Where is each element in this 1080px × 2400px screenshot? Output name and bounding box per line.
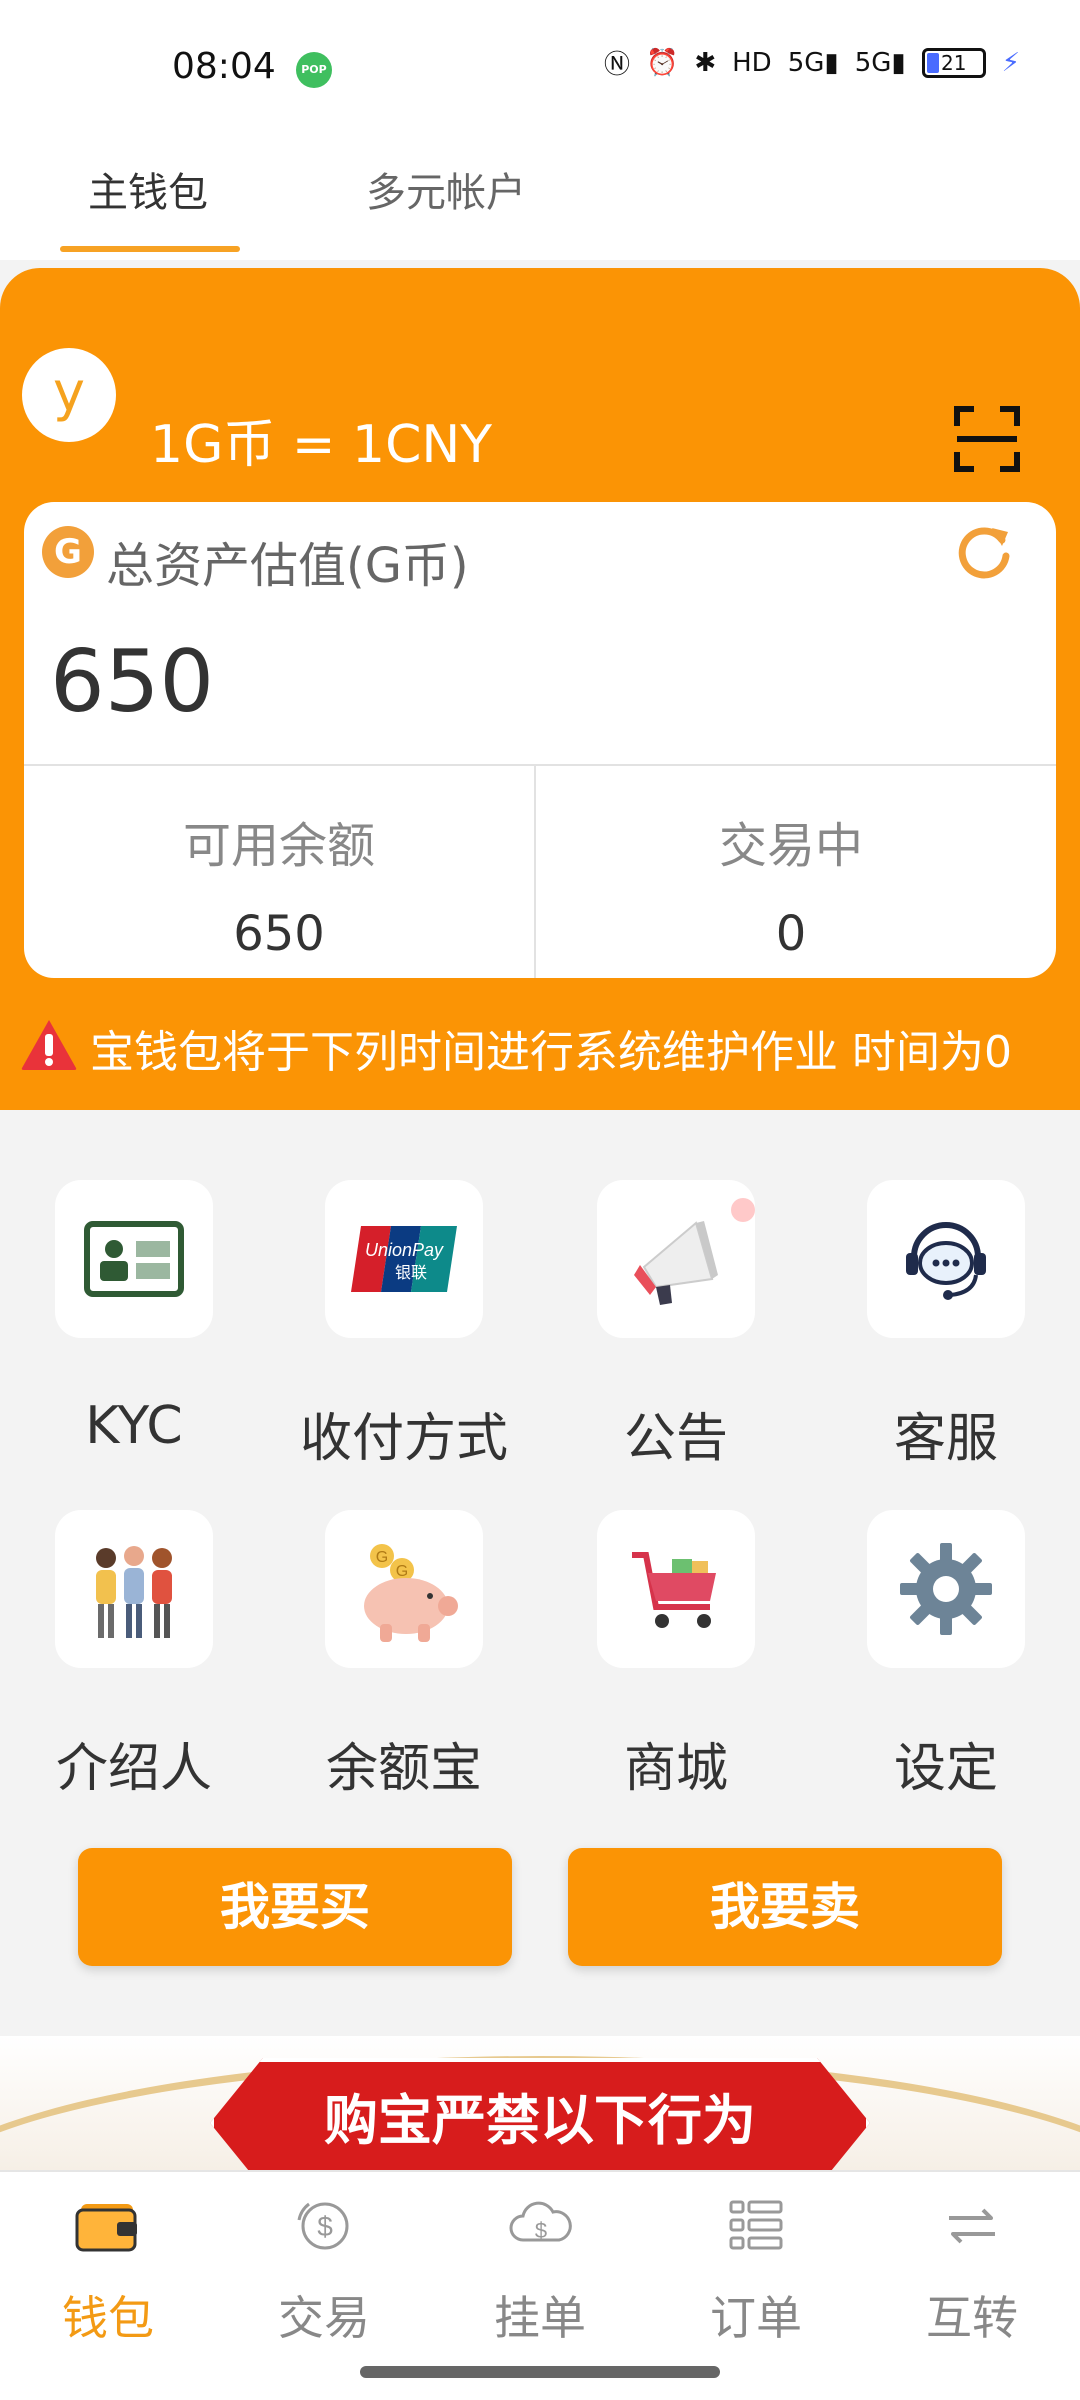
status-time: 08:04 (172, 46, 276, 87)
refresh-icon[interactable] (952, 518, 1016, 582)
status-bar: 08:04 POP Ⓝ ⏰ ✱ HD 5G▮ 5G▮ 21 ⚡ (0, 0, 1080, 130)
grid-label: 商城 (623, 1739, 728, 1799)
nav-label: 互转 (926, 2291, 1018, 2345)
maintenance-notice[interactable]: 宝钱包将于下列时间进行系统维护作业 时间为0 (0, 1008, 1080, 1088)
grid-label: 介绍人 (55, 1739, 212, 1799)
trading-balance: 交易中 0 (536, 766, 1046, 978)
svg-text:G: G (396, 1563, 408, 1580)
grid-label: KYC (85, 1396, 183, 1456)
unionpay-icon: UnionPay 银联 (351, 1226, 457, 1292)
grid-item-referrer[interactable]: 介绍人 (14, 1510, 254, 1801)
id-card-icon (84, 1221, 184, 1297)
nfc-icon: Ⓝ (603, 50, 630, 80)
grid-label: 收付方式 (299, 1409, 508, 1469)
sell-button[interactable]: 我要卖 (568, 1848, 1002, 1966)
icon-box (597, 1510, 755, 1668)
trading-label: 交易中 (718, 818, 863, 874)
nav-listing[interactable]: $ 挂单 (432, 2190, 648, 2348)
svg-text:G: G (376, 1549, 388, 1566)
icon-box (597, 1180, 755, 1338)
signal-icon-1: 5G▮ (787, 47, 839, 78)
people-group-icon (96, 1546, 172, 1638)
battery-icon: 21 (921, 47, 986, 78)
icon-box (55, 1510, 213, 1668)
nav-label: 钱包 (62, 2291, 154, 2345)
grid-item-mall[interactable]: 商城 (556, 1510, 796, 1801)
wallet-tabs: 主钱包 多元帐户 (0, 130, 1080, 260)
tab-active-indicator (60, 246, 240, 252)
grid-item-settings[interactable]: 设定 (826, 1510, 1066, 1801)
nav-trade[interactable]: $ 交易 (216, 2190, 432, 2348)
grid-item-balance-treasure[interactable]: G G 余额宝 (284, 1510, 524, 1801)
piggy-bank-icon: G G (364, 1544, 458, 1642)
g-coin-icon: G (42, 526, 94, 578)
available-balance-value: 650 (233, 906, 325, 962)
nav-label: 订单 (710, 2291, 802, 2345)
transfer-arrows-icon (949, 2208, 995, 2244)
grid-item-announcement[interactable]: 公告 (556, 1180, 796, 1471)
svg-text:$: $ (317, 2211, 333, 2242)
gear-icon (900, 1543, 992, 1635)
available-balance: 可用余额 650 (24, 766, 534, 978)
cloud-dollar-icon: $ (509, 2201, 572, 2243)
grid-item-kyc[interactable]: KYC (14, 1180, 254, 1456)
asset-card: G 总资产估值(G币) 650 可用余额 650 交易中 0 (24, 502, 1056, 978)
shopping-cart-icon (632, 1552, 716, 1628)
nav-orders[interactable]: 订单 (648, 2190, 864, 2348)
grid-label: 客服 (893, 1409, 998, 1469)
grid-label: 公告 (623, 1409, 728, 1469)
nav-label: 交易 (278, 2291, 370, 2345)
nav-transfer[interactable]: 互转 (864, 2190, 1080, 2348)
bluetooth-icon: ✱ (694, 47, 717, 78)
tab-main-wallet[interactable]: 主钱包 (88, 160, 208, 218)
total-asset-label: 总资产估值(G币) (106, 538, 469, 594)
svg-text:UnionPay: UnionPay (365, 1240, 444, 1260)
avatar[interactable]: y (22, 348, 116, 442)
trading-value: 0 (775, 906, 807, 962)
buy-button[interactable]: 我要买 (78, 1848, 512, 1966)
grid-label: 设定 (893, 1739, 998, 1799)
icon-box (867, 1180, 1025, 1338)
banner-text: 购宝严禁以下行为 (324, 2089, 756, 2152)
charging-icon: ⚡ (1001, 47, 1020, 78)
tab-multi-account[interactable]: 多元帐户 (366, 160, 526, 218)
exchange-rate: 1G币 = 1CNY (150, 415, 493, 475)
promo-banner[interactable]: 购宝严禁以下行为 (0, 2036, 1080, 2170)
available-balance-label: 可用余额 (182, 818, 375, 874)
headset-chat-icon (906, 1222, 986, 1300)
total-asset-value: 650 (50, 632, 215, 732)
svg-text:银联: 银联 (395, 1263, 427, 1282)
alarm-icon: ⏰ (645, 47, 679, 78)
exchange-coin-icon: $ (297, 2202, 349, 2250)
icon-box: G G (325, 1510, 483, 1668)
grid-item-payment-methods[interactable]: UnionPay 银联 收付方式 (284, 1180, 524, 1471)
hd-icon: HD (732, 47, 772, 78)
icon-box: UnionPay 银联 (325, 1180, 483, 1338)
nav-label: 挂单 (494, 2291, 586, 2345)
pop-notification-icon: POP (296, 52, 332, 88)
icon-box (55, 1180, 213, 1338)
svg-text:$: $ (535, 2218, 547, 2243)
wallet-icon (75, 2204, 137, 2252)
grid-item-customer-service[interactable]: 客服 (826, 1180, 1066, 1471)
notice-text: 宝钱包将于下列时间进行系统维护作业 时间为0 (90, 1027, 1012, 1078)
warning-icon (21, 1020, 77, 1070)
wallet-header: y 1G币 = 1CNY G 总资产估值(G币) 650 可用余额 650 交易… (0, 268, 1080, 1110)
status-icons: Ⓝ ⏰ ✱ HD 5G▮ 5G▮ 21 ⚡ (604, 44, 1020, 81)
signal-icon-2: 5G▮ (854, 47, 906, 78)
badge-dot (731, 1198, 755, 1222)
grid-label: 余额宝 (325, 1739, 482, 1799)
list-icon (729, 2200, 783, 2250)
megaphone-icon (634, 1221, 718, 1305)
nav-wallet[interactable]: 钱包 (0, 2190, 216, 2348)
scan-icon[interactable] (954, 406, 1020, 472)
home-indicator[interactable] (360, 2366, 720, 2378)
icon-box (867, 1510, 1025, 1668)
